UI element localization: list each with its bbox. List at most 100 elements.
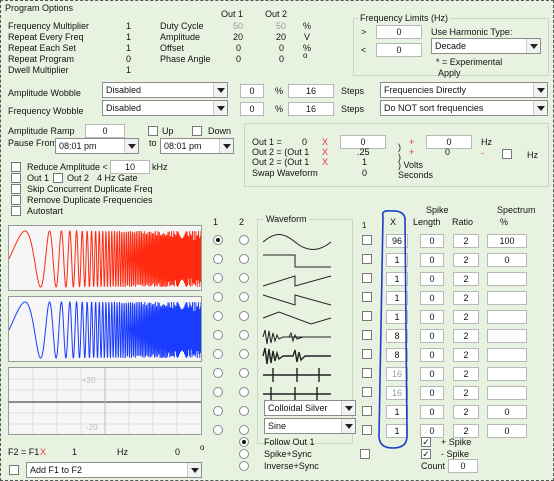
- row-4-out2-radio[interactable]: [239, 292, 249, 302]
- row-7-length-input[interactable]: 0: [420, 348, 444, 362]
- row11-waveform-select[interactable]: Sine: [264, 418, 356, 434]
- row-5-spectrum-input[interactable]: [487, 310, 527, 324]
- row-9-out1-radio[interactable]: [213, 387, 223, 397]
- row-9-enable-checkbox[interactable]: [362, 387, 372, 397]
- row-10-ratio-input[interactable]: 2: [453, 405, 479, 419]
- amplitude-wobble-select[interactable]: Disabled: [102, 82, 228, 98]
- row-11-out2-radio[interactable]: [239, 425, 249, 435]
- row-9-ratio-input[interactable]: 2: [453, 386, 479, 400]
- harmonic-type-select[interactable]: Decade: [431, 38, 541, 54]
- mix-coef-4[interactable]: 0: [362, 168, 367, 178]
- mix-hz-2[interactable]: 0: [445, 147, 450, 157]
- row-10-out2-radio[interactable]: [239, 406, 249, 416]
- row-8-ratio-input[interactable]: 2: [453, 367, 479, 381]
- add-f1-checkbox[interactable]: [9, 465, 19, 475]
- reduce-amplitude-input[interactable]: 10: [110, 160, 150, 174]
- follow-out1-radio[interactable]: [239, 437, 249, 447]
- row-11-spectrum-input[interactable]: 0: [487, 424, 527, 438]
- row-3-spectrum-input[interactable]: [487, 272, 527, 286]
- mix-coef-3[interactable]: 1: [362, 157, 367, 167]
- spike-sync-radio[interactable]: [239, 449, 249, 459]
- row-6-spectrum-input[interactable]: [487, 329, 527, 343]
- row-8-spectrum-input[interactable]: [487, 367, 527, 381]
- row-8-length-input[interactable]: 0: [420, 367, 444, 381]
- row-5-out2-radio[interactable]: [239, 311, 249, 321]
- freq-wobble-pct-input[interactable]: 0: [240, 102, 264, 116]
- row-7-out2-radio[interactable]: [239, 349, 249, 359]
- duty-cycle-out2[interactable]: 50: [276, 21, 286, 31]
- dwell-multiplier-value[interactable]: 1: [126, 65, 131, 75]
- row-7-spectrum-input[interactable]: [487, 348, 527, 362]
- row-9-out2-radio[interactable]: [239, 387, 249, 397]
- phase-angle-out2[interactable]: 0: [279, 54, 284, 64]
- row-7-enable-checkbox[interactable]: [362, 349, 372, 359]
- swap-waveform-label[interactable]: Swap Waveform: [252, 168, 318, 178]
- inverse-sync-radio[interactable]: [239, 461, 249, 471]
- row-10-length-input[interactable]: 0: [420, 405, 444, 419]
- row-7-out1-radio[interactable]: [213, 349, 223, 359]
- row-10-spectrum-input[interactable]: 0: [487, 405, 527, 419]
- row-4-ratio-input[interactable]: 2: [453, 291, 479, 305]
- pause-from-select[interactable]: 08:01 pm: [55, 138, 139, 154]
- row-11-length-input[interactable]: 0: [420, 424, 444, 438]
- row-6-length-input[interactable]: 0: [420, 329, 444, 343]
- row-3-enable-checkbox[interactable]: [362, 273, 372, 283]
- row-8-out1-radio[interactable]: [213, 368, 223, 378]
- mix-hz-checkbox[interactable]: [502, 149, 512, 159]
- row-2-length-input[interactable]: 0: [420, 253, 444, 267]
- add-f1-select[interactable]: Add F1 to F2: [26, 462, 202, 478]
- row-1-ratio-input[interactable]: 2: [453, 234, 479, 248]
- row-2-enable-checkbox[interactable]: [362, 254, 372, 264]
- row-4-length-input[interactable]: 0: [420, 291, 444, 305]
- row10-waveform-select[interactable]: Colloidal Silver: [264, 400, 356, 416]
- row-6-out2-radio[interactable]: [239, 330, 249, 340]
- row-1-spectrum-input[interactable]: 100: [487, 234, 527, 248]
- row-10-out1-radio[interactable]: [213, 406, 223, 416]
- row-6-enable-checkbox[interactable]: [362, 330, 372, 340]
- row-3-out1-radio[interactable]: [213, 273, 223, 283]
- offset-out2[interactable]: 0: [279, 43, 284, 53]
- row-5-length-input[interactable]: 0: [420, 310, 444, 324]
- row-1-length-input[interactable]: 0: [420, 234, 444, 248]
- ramp-up-checkbox[interactable]: [148, 126, 158, 136]
- row-11-enable-checkbox[interactable]: [362, 425, 372, 435]
- row-7-ratio-input[interactable]: 2: [453, 348, 479, 362]
- reduce-amplitude-checkbox[interactable]: [11, 162, 21, 172]
- f2-factor[interactable]: 1: [72, 447, 77, 457]
- amplitude-ramp-input[interactable]: 0: [85, 124, 125, 138]
- repeat-every-freq-value[interactable]: 1: [126, 32, 131, 42]
- mix-coef-2[interactable]: .25: [357, 147, 370, 157]
- row-9-length-input[interactable]: 0: [420, 386, 444, 400]
- row-1-enable-checkbox[interactable]: [362, 235, 372, 245]
- limit-greater-input[interactable]: 0: [376, 25, 422, 39]
- f2-degree-value[interactable]: 0: [175, 447, 180, 457]
- freq-wobble-steps-input[interactable]: 16: [288, 102, 334, 116]
- ramp-down-checkbox[interactable]: [192, 126, 202, 136]
- row-6-out1-radio[interactable]: [213, 330, 223, 340]
- remove-duplicate-checkbox[interactable]: [11, 195, 21, 205]
- row-11-ratio-input[interactable]: 2: [453, 424, 479, 438]
- minus-spike-checkbox[interactable]: ✓: [421, 449, 431, 459]
- autostart-checkbox[interactable]: [11, 206, 21, 216]
- repeat-each-set-value[interactable]: 1: [126, 43, 131, 53]
- row-2-spectrum-input[interactable]: 0: [487, 253, 527, 267]
- amplitude-out2[interactable]: 20: [276, 32, 286, 42]
- row-1-out2-radio[interactable]: [239, 235, 249, 245]
- row-5-out1-radio[interactable]: [213, 311, 223, 321]
- duty-cycle-out1[interactable]: 50: [233, 21, 243, 31]
- phase-angle-out1[interactable]: 0: [236, 54, 241, 64]
- row-2-out2-radio[interactable]: [239, 254, 249, 264]
- pause-to-select[interactable]: 08:01 pm: [160, 138, 234, 154]
- row-4-spectrum-input[interactable]: [487, 291, 527, 305]
- row-3-ratio-input[interactable]: 2: [453, 272, 479, 286]
- skip-duplicate-checkbox[interactable]: [11, 184, 21, 194]
- mix-out1-value[interactable]: 0: [302, 137, 307, 147]
- offset-out1[interactable]: 0: [236, 43, 241, 53]
- row-1-out1-radio[interactable]: [213, 235, 223, 245]
- apply-button[interactable]: Apply: [438, 68, 461, 78]
- row-10-enable-checkbox[interactable]: [362, 406, 372, 416]
- freq-multiplier-value[interactable]: 1: [126, 21, 131, 31]
- amp-wobble-steps-input[interactable]: 16: [288, 84, 334, 98]
- row-8-enable-checkbox[interactable]: [362, 368, 372, 378]
- limit-less-input[interactable]: 0: [376, 43, 422, 57]
